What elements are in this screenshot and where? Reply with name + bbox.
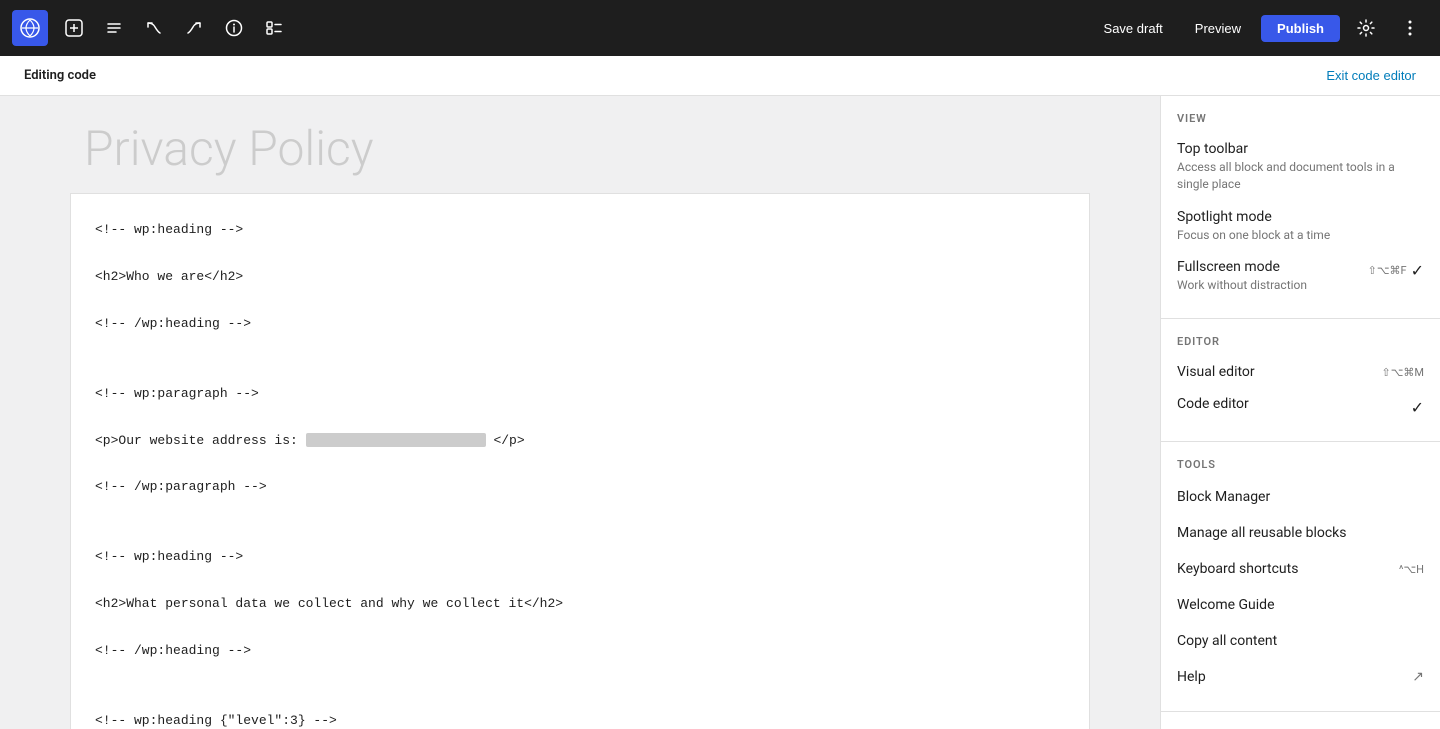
publish-button[interactable]: Publish — [1261, 15, 1340, 42]
code-line: <h2>What personal data we collect and wh… — [95, 596, 563, 611]
keyboard-shortcuts-label: Keyboard shortcuts — [1177, 561, 1298, 577]
code-line: <!-- wp:heading --> — [95, 549, 243, 564]
copy-all-content-label: Copy all content — [1177, 633, 1277, 649]
fullscreen-mode-label: Fullscreen mode — [1177, 259, 1360, 275]
help-item[interactable]: Help ↗ — [1161, 659, 1440, 695]
wp-logo-button[interactable] — [12, 10, 48, 46]
toolbar-left — [12, 10, 292, 46]
tools-section: TOOLS Block Manager Manage all reusable … — [1161, 442, 1440, 712]
top-toolbar-desc: Access all block and document tools in a… — [1177, 159, 1424, 193]
tools-button[interactable] — [96, 10, 132, 46]
code-line: <h2>Who we are</h2> — [95, 269, 243, 284]
right-panel: VIEW Top toolbar Access all block and do… — [1160, 96, 1440, 729]
visual-editor-label: Visual editor — [1177, 364, 1374, 380]
fullscreen-mode-text: Fullscreen mode Work without distraction — [1177, 259, 1360, 294]
code-line: <!-- /wp:heading --> — [95, 316, 251, 331]
code-editor-block[interactable]: <!-- wp:heading --> <h2>Who we are</h2> … — [70, 193, 1090, 729]
more-options-button[interactable] — [1392, 10, 1428, 46]
exit-code-editor-button[interactable]: Exit code editor — [1326, 68, 1416, 83]
main-toolbar: Save draft Preview Publish — [0, 0, 1440, 56]
redacted-content — [306, 433, 486, 447]
help-label: Help — [1177, 669, 1206, 685]
code-line: <!-- wp:heading {"level":3} --> — [95, 713, 337, 728]
welcome-guide-label: Welcome Guide — [1177, 597, 1275, 613]
visual-editor-item[interactable]: Visual editor ⇧⌥⌘M — [1161, 356, 1440, 388]
reusable-blocks-label: Manage all reusable blocks — [1177, 525, 1347, 541]
block-manager-label: Block Manager — [1177, 489, 1270, 505]
editor-section: EDITOR Visual editor ⇧⌥⌘M Code editor ✓ — [1161, 319, 1440, 442]
list-view-button[interactable] — [256, 10, 292, 46]
keyboard-shortcuts-shortcut: ^⌥H — [1399, 563, 1424, 576]
welcome-guide-item[interactable]: Welcome Guide — [1161, 587, 1440, 623]
view-section-title: VIEW — [1161, 112, 1440, 133]
external-link-icon: ↗ — [1412, 669, 1424, 685]
copy-all-content-item[interactable]: Copy all content — [1161, 623, 1440, 659]
fullscreen-mode-desc: Work without distraction — [1177, 277, 1360, 294]
visual-editor-text: Visual editor — [1177, 364, 1374, 380]
fullscreen-shortcut: ⇧⌥⌘F — [1368, 264, 1407, 277]
top-toolbar-item[interactable]: Top toolbar Access all block and documen… — [1161, 133, 1440, 201]
fullscreen-check-icon: ✓ — [1411, 261, 1424, 280]
code-line: <!-- /wp:paragraph --> — [95, 479, 267, 494]
spotlight-mode-label: Spotlight mode — [1177, 209, 1424, 225]
tools-section-title: TOOLS — [1161, 458, 1440, 479]
preferences-section: Preferences — [1161, 712, 1440, 729]
block-manager-item[interactable]: Block Manager — [1161, 479, 1440, 515]
code-line: <!-- wp:paragraph --> — [95, 386, 259, 401]
page-title: Privacy Policy — [84, 120, 374, 177]
editor-area: Privacy Policy <!-- wp:heading --> <h2>W… — [0, 96, 1160, 729]
visual-editor-shortcut: ⇧⌥⌘M — [1382, 366, 1425, 379]
spotlight-mode-text: Spotlight mode Focus on one block at a t… — [1177, 209, 1424, 244]
preview-button[interactable]: Preview — [1183, 15, 1253, 42]
toolbar-right: Save draft Preview Publish — [1092, 10, 1428, 46]
keyboard-shortcuts-item[interactable]: Keyboard shortcuts ^⌥H — [1161, 551, 1440, 587]
undo-button[interactable] — [136, 10, 172, 46]
code-line: <!-- wp:heading --> — [95, 222, 243, 237]
reusable-blocks-item[interactable]: Manage all reusable blocks — [1161, 515, 1440, 551]
top-toolbar-text: Top toolbar Access all block and documen… — [1177, 141, 1424, 193]
code-line: <p>Our website address is: </p> — [95, 433, 525, 448]
visual-editor-right: ⇧⌥⌘M — [1382, 364, 1425, 379]
top-toolbar-label: Top toolbar — [1177, 141, 1424, 157]
spotlight-mode-item[interactable]: Spotlight mode Focus on one block at a t… — [1161, 201, 1440, 252]
main-content: Privacy Policy <!-- wp:heading --> <h2>W… — [0, 96, 1440, 729]
code-editor-item[interactable]: Code editor ✓ — [1161, 388, 1440, 425]
editor-section-title: EDITOR — [1161, 335, 1440, 356]
code-bar-label: Editing code — [24, 68, 96, 83]
details-button[interactable] — [216, 10, 252, 46]
redo-button[interactable] — [176, 10, 212, 46]
code-editor-right: ✓ — [1411, 396, 1424, 417]
settings-button[interactable] — [1348, 10, 1384, 46]
code-editor-check-icon: ✓ — [1411, 398, 1424, 417]
add-block-button[interactable] — [56, 10, 92, 46]
fullscreen-mode-item[interactable]: Fullscreen mode Work without distraction… — [1161, 251, 1440, 302]
code-line: <!-- /wp:heading --> — [95, 643, 251, 658]
code-editor-text: Code editor — [1177, 396, 1403, 412]
save-draft-button[interactable]: Save draft — [1092, 15, 1175, 42]
fullscreen-mode-right: ⇧⌥⌘F ✓ — [1368, 259, 1424, 280]
code-editor-label: Code editor — [1177, 396, 1403, 412]
view-section: VIEW Top toolbar Access all block and do… — [1161, 96, 1440, 319]
spotlight-mode-desc: Focus on one block at a time — [1177, 227, 1424, 244]
code-editing-bar: Editing code Exit code editor — [0, 56, 1440, 96]
